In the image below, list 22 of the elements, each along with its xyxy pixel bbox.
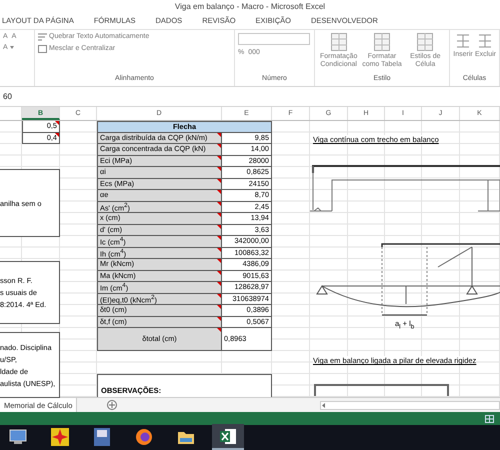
table-style-icon <box>374 32 390 51</box>
horizontal-scrollbar[interactable] <box>320 400 500 410</box>
cells-icon <box>456 32 470 49</box>
table-style-icon <box>330 32 347 51</box>
comment-marker-icon <box>55 121 59 126</box>
merge-icon <box>38 44 47 53</box>
formula-value: 60 <box>3 92 12 102</box>
spreadsheet-icon <box>219 428 237 445</box>
star-icon <box>51 428 69 446</box>
folder-icon <box>177 429 195 446</box>
cells-icon <box>478 32 492 49</box>
browser-icon <box>135 428 153 446</box>
scroll-left-icon <box>321 402 327 409</box>
wrap-text-icon <box>38 32 47 41</box>
caret-icon <box>10 46 14 49</box>
computer-icon <box>9 429 27 446</box>
normal-view-icon[interactable] <box>485 414 494 423</box>
table-style-icon <box>417 32 434 51</box>
comment-marker-icon <box>55 132 59 137</box>
taskbar-item[interactable] <box>212 424 244 450</box>
window-title: Viga em balanço - Macro - Microsoft Excel <box>174 1 326 13</box>
add-sheet-icon[interactable] <box>107 400 118 410</box>
